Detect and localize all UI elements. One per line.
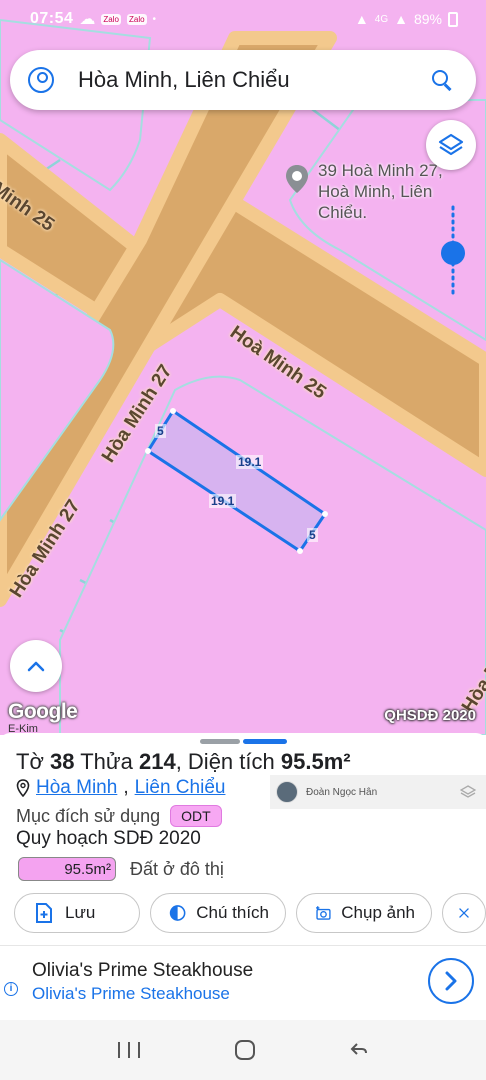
back-button[interactable] (350, 1040, 368, 1061)
ad-subtitle[interactable]: Olivia's Prime Steakhouse (32, 984, 230, 1004)
battery-icon (448, 11, 458, 27)
ad-banner[interactable]: i Olivia's Prime Steakhouse Olivia's Pri… (0, 945, 486, 1020)
parcel-title: Tờ 38 Thửa 214, Diện tích 95.5m² (16, 749, 351, 774)
chevron-right-icon (445, 971, 457, 991)
account-icon[interactable] (28, 67, 54, 93)
dim-bottom: 19.1 (209, 494, 237, 508)
legend-button[interactable]: Chú thích (150, 893, 286, 933)
layers-button[interactable] (426, 120, 476, 170)
ad-title[interactable]: Olivia's Prime Steakhouse (32, 960, 253, 982)
plot-label: Thửa (80, 749, 133, 774)
layers-icon (438, 133, 464, 156)
map-canvas[interactable] (0, 0, 486, 735)
action-buttons: Lưu Chú thích Chụp ảnh (14, 893, 486, 933)
search-query[interactable]: Hòa Minh, Liên Chiểu (78, 67, 430, 93)
expand-up-button[interactable] (10, 640, 62, 692)
plan-area-row: 95.5m² Đất ở đô thị (18, 857, 224, 881)
layers-small-icon (460, 785, 476, 798)
signal-bars-icon: ▲ (394, 11, 408, 27)
more-tool-button[interactable] (442, 893, 486, 933)
ward-link[interactable]: Hòa Minh (36, 777, 117, 799)
zalo-icon-2: Zalo (126, 13, 147, 25)
area-label: Diện tích (187, 749, 275, 774)
sheet-handle[interactable] (200, 739, 240, 744)
search-bar[interactable]: Hòa Minh, Liên Chiểu (10, 50, 476, 110)
sheet-number: 38 (50, 749, 75, 774)
add-photo-icon (316, 906, 331, 920)
district-link[interactable]: Liên Chiểu (135, 777, 226, 799)
ad-open-button[interactable] (428, 958, 474, 1004)
capture-button[interactable]: Chụp ảnh (296, 893, 432, 933)
chevron-up-icon (27, 661, 45, 672)
area-value: 95.5m² (280, 749, 351, 774)
info-icon[interactable]: i (4, 982, 18, 996)
contrast-icon (169, 905, 186, 921)
system-nav-bar (0, 1020, 486, 1080)
add-file-icon (36, 903, 52, 923)
sheet-label-label: Tờ (16, 749, 44, 774)
address-row: Hòa Minh, Liên Chiểu (16, 777, 225, 799)
plan-area-chip: 95.5m² (18, 857, 116, 881)
google-logo: Google (8, 700, 78, 723)
plan-area-value: 95.5m² (64, 860, 111, 878)
signal-icon: ▲ (354, 11, 369, 27)
status-bar: 07:54 ☁ Zalo Zalo • ▲ 4G ▲ 89% (0, 0, 486, 38)
layer-label: QHSDĐ 2020 (384, 707, 476, 724)
status-time: 07:54 (30, 10, 74, 27)
save-button[interactable]: Lưu (14, 893, 140, 933)
user-overlay: Đoàn Ngọc Hân (270, 775, 486, 809)
purpose-code-badge: ODT (170, 805, 222, 827)
user-name: Đoàn Ngọc Hân (306, 786, 378, 798)
capture-label: Chụp ảnh (341, 903, 415, 922)
purpose-row: Mục đích sử dụng ODT (16, 805, 222, 827)
notification-dot: • (152, 13, 157, 25)
opacity-slider[interactable] (440, 205, 466, 300)
sheet-handle-active[interactable] (243, 739, 287, 744)
zalo-icon: Zalo (101, 13, 121, 25)
plan-title: Quy hoạch SDĐ 2020 (16, 828, 201, 849)
home-button[interactable] (234, 1040, 255, 1060)
user-avatar (276, 781, 298, 803)
recent-apps-button[interactable] (117, 1042, 140, 1058)
back-icon (350, 1042, 368, 1055)
dim-top: 19.1 (236, 455, 264, 469)
battery-level: 89% (413, 11, 442, 27)
cloud-icon: ☁ (79, 11, 96, 28)
purpose-label: Mục đích sử dụng (16, 805, 161, 826)
location-pin-icon[interactable] (284, 164, 310, 194)
plot-number: 214 (138, 749, 176, 774)
tools-icon (459, 908, 469, 918)
legend-label: Chú thích (196, 903, 269, 922)
search-icon[interactable] (430, 68, 454, 92)
location-outline-icon (16, 779, 30, 797)
save-label: Lưu (65, 903, 96, 922)
network-type: 4G (374, 13, 389, 25)
dim-right: 5 (307, 528, 318, 542)
dim-left: 5 (155, 424, 166, 438)
plan-land-type: Đất ở đô thị (130, 858, 224, 879)
map-view[interactable]: 19.1 19.1 5 5 Minh 25 Hoà Minh 25 Hòa Mi… (0, 0, 486, 735)
